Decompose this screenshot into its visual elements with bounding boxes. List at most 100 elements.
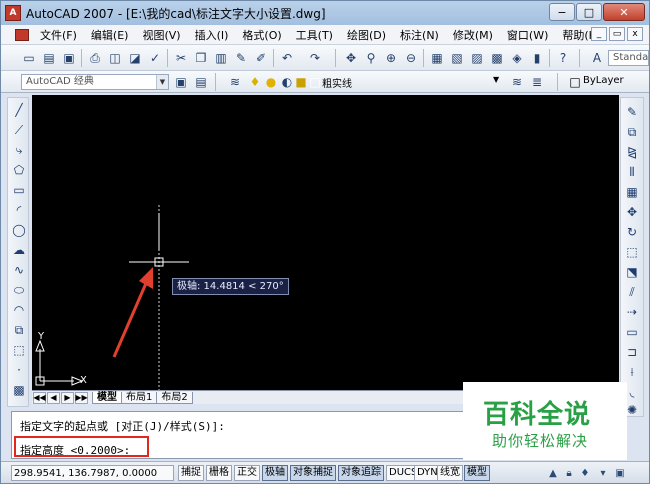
move-icon[interactable]: ✥ bbox=[624, 204, 640, 220]
open-file-icon[interactable]: ▤ bbox=[41, 50, 57, 66]
print-icon[interactable]: ⎙ bbox=[87, 50, 103, 66]
tool-palettes-icon[interactable]: ▨ bbox=[469, 50, 485, 66]
chevron-down-icon[interactable]: ▼ bbox=[156, 75, 168, 89]
zoom-realtime-icon[interactable]: ⚲ bbox=[363, 50, 379, 66]
osnap-toggle[interactable]: 对象捕捉 bbox=[290, 465, 336, 481]
construction-line-icon[interactable]: ⟋ bbox=[11, 122, 27, 138]
break-icon[interactable]: ▭ bbox=[624, 324, 640, 340]
layer-previous-icon[interactable]: ≣ bbox=[529, 74, 545, 90]
layer-name[interactable]: 粗实线 bbox=[322, 75, 352, 90]
help-icon[interactable]: ? bbox=[555, 50, 571, 66]
tab-nav-prev[interactable]: ◀ bbox=[47, 391, 60, 404]
arc-icon[interactable]: ◜ bbox=[11, 202, 27, 218]
copy-icon[interactable]: ❐ bbox=[193, 50, 209, 66]
tab-model[interactable]: 模型 bbox=[92, 391, 122, 404]
text-style-icon[interactable]: A bbox=[589, 50, 605, 66]
document-icon[interactable] bbox=[15, 28, 29, 41]
tab-nav-next[interactable]: ▶ bbox=[61, 391, 74, 404]
menu-insert[interactable]: 插入(I) bbox=[188, 27, 236, 43]
paste-icon[interactable]: ▥ bbox=[213, 50, 229, 66]
autocad-logo-icon[interactable]: A bbox=[5, 5, 21, 21]
menu-view[interactable]: 视图(V) bbox=[135, 27, 187, 43]
layer-thaw-sun-icon[interactable]: ● bbox=[263, 74, 279, 90]
redo-icon[interactable]: ↷ bbox=[307, 50, 323, 66]
undo-icon[interactable]: ↶ bbox=[279, 50, 295, 66]
pan-icon[interactable]: ✥ bbox=[343, 50, 359, 66]
save-workspace-icon[interactable]: ▤ bbox=[193, 74, 209, 90]
publish-icon[interactable]: ◪ bbox=[127, 50, 143, 66]
polygon-icon[interactable]: ⬠ bbox=[11, 162, 27, 178]
menu-format[interactable]: 格式(O) bbox=[235, 27, 288, 43]
design-center-icon[interactable]: ▧ bbox=[449, 50, 465, 66]
layer-manager-icon[interactable]: ≋ bbox=[227, 74, 243, 90]
line-icon[interactable]: ╱ bbox=[11, 102, 27, 118]
spline-icon[interactable]: ∿ bbox=[11, 262, 27, 278]
circle-icon[interactable]: ◯ bbox=[11, 222, 27, 238]
tab-layout1[interactable]: 布局1 bbox=[121, 391, 158, 404]
doc-restore-button[interactable]: ▭ bbox=[609, 27, 625, 41]
color-swatch-icon[interactable]: □ bbox=[567, 74, 583, 90]
insert-block-icon[interactable]: ⧉ bbox=[11, 322, 27, 338]
menu-dimension[interactable]: 标注(N) bbox=[393, 27, 446, 43]
zoom-previous-icon[interactable]: ⊖ bbox=[403, 50, 419, 66]
erase-icon[interactable]: ✎ bbox=[624, 104, 640, 120]
menu-window[interactable]: 窗口(W) bbox=[500, 27, 555, 43]
menu-file[interactable]: 文件(F) bbox=[33, 27, 84, 43]
communication-center-icon[interactable]: ♦ bbox=[578, 466, 592, 480]
revision-cloud-icon[interactable]: ☁ bbox=[11, 242, 27, 258]
doc-close-button[interactable]: x bbox=[627, 27, 643, 41]
layer-color-swatch-icon[interactable]: □ bbox=[307, 74, 323, 90]
zoom-window-icon[interactable]: ⊕ bbox=[383, 50, 399, 66]
menu-edit[interactable]: 编辑(E) bbox=[84, 27, 136, 43]
lineweight-toggle[interactable]: 线宽 bbox=[437, 465, 463, 481]
rectangle-icon[interactable]: ▭ bbox=[11, 182, 27, 198]
grid-toggle[interactable]: 栅格 bbox=[206, 465, 232, 481]
workspace-settings-icon[interactable]: ▣ bbox=[173, 74, 189, 90]
ortho-toggle[interactable]: 正交 bbox=[234, 465, 260, 481]
offset-icon[interactable]: ⫴ bbox=[624, 164, 640, 180]
lock-icon[interactable]: 🔒︎ bbox=[562, 466, 576, 480]
sheet-set-icon[interactable]: ▩ bbox=[489, 50, 505, 66]
doc-minimize-button[interactable]: _ bbox=[591, 27, 607, 41]
rotate-icon[interactable]: ↻ bbox=[624, 224, 640, 240]
scale-icon[interactable]: ⬚ bbox=[624, 244, 640, 260]
tab-nav-first[interactable]: ◀◀ bbox=[33, 391, 46, 404]
clean-screen-icon[interactable]: ▣ bbox=[613, 466, 627, 480]
model-toggle[interactable]: 模型 bbox=[464, 465, 490, 481]
markup-icon[interactable]: ◈ bbox=[509, 50, 525, 66]
make-block-icon[interactable]: ⬚ bbox=[11, 342, 27, 358]
stretch-icon[interactable]: ⬔ bbox=[624, 264, 640, 280]
tab-nav-last[interactable]: ▶▶ bbox=[75, 391, 88, 404]
ellipse-icon[interactable]: ⬭ bbox=[11, 282, 27, 298]
mirror-icon[interactable]: ⧎ bbox=[624, 144, 640, 160]
maximize-button[interactable]: □ bbox=[576, 3, 602, 21]
cut-icon[interactable]: ✂ bbox=[173, 50, 189, 66]
polar-toggle[interactable]: 极轴 bbox=[262, 465, 288, 481]
array-icon[interactable]: ▦ bbox=[624, 184, 640, 200]
match-properties-icon[interactable]: ✎ bbox=[233, 50, 249, 66]
extend-icon[interactable]: ⇢ bbox=[624, 304, 640, 320]
coordinate-display[interactable]: 298.9541, 136.7987, 0.0000 bbox=[11, 465, 174, 481]
join-icon[interactable]: ⊐ bbox=[624, 344, 640, 360]
trim-icon[interactable]: ⫽ bbox=[624, 284, 640, 300]
otrack-toggle[interactable]: 对象追踪 bbox=[338, 465, 384, 481]
calculator-icon[interactable]: ▮ bbox=[529, 50, 545, 66]
text-style-combo[interactable]: Standa bbox=[608, 50, 649, 66]
layer-on-bulb-icon[interactable]: ♦ bbox=[247, 74, 263, 90]
status-menu-icon[interactable]: ▾ bbox=[596, 466, 610, 480]
layer-dropdown-arrow[interactable]: ▼ bbox=[493, 75, 499, 84]
annotation-scale-icon[interactable]: ▲ bbox=[546, 466, 560, 480]
menu-draw[interactable]: 绘图(D) bbox=[340, 27, 393, 43]
close-button[interactable]: ✕ bbox=[603, 3, 645, 21]
menu-tools[interactable]: 工具(T) bbox=[289, 27, 340, 43]
new-file-icon[interactable]: ▭ bbox=[21, 50, 37, 66]
tab-layout2[interactable]: 布局2 bbox=[156, 391, 193, 404]
polyline-icon[interactable]: ⤷ bbox=[11, 142, 27, 158]
drawing-canvas[interactable]: Y X 极轴: 14.4814 < 270° bbox=[32, 95, 619, 390]
make-current-layer-icon[interactable]: ≋ bbox=[509, 74, 525, 90]
chamfer-icon[interactable]: ⟊ bbox=[624, 364, 640, 380]
block-editor-icon[interactable]: ✐ bbox=[253, 50, 269, 66]
plot-preview-icon[interactable]: ◫ bbox=[107, 50, 123, 66]
hatch-icon[interactable]: ▩ bbox=[11, 382, 27, 398]
menu-modify[interactable]: 修改(M) bbox=[446, 27, 500, 43]
